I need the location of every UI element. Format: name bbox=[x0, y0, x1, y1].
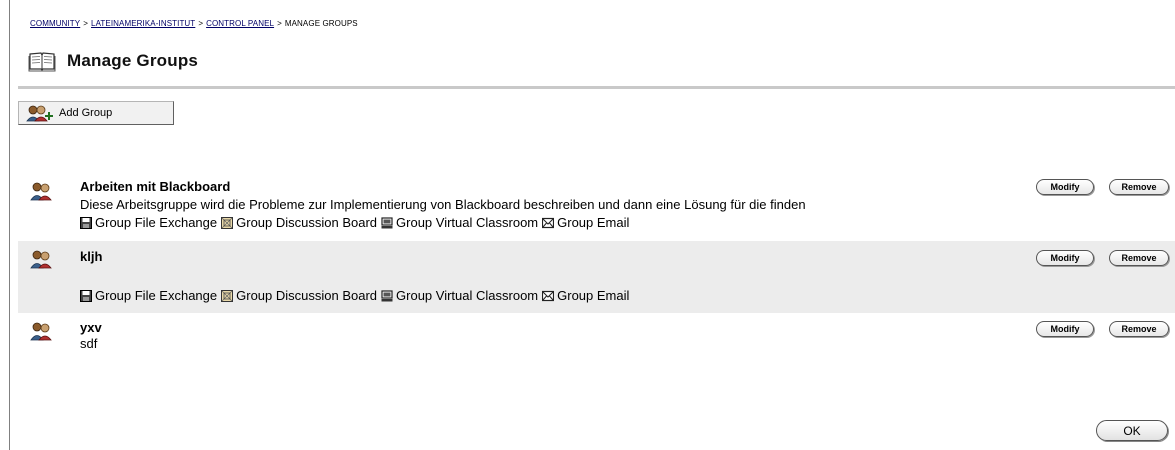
add-group-label: Add Group bbox=[59, 107, 113, 119]
page-title: Manage Groups bbox=[67, 51, 199, 70]
breadcrumb-community[interactable]: COMMUNITY bbox=[30, 19, 80, 28]
group-virtual-classroom-link[interactable]: Group Virtual Classroom bbox=[381, 215, 538, 230]
group-tools: Group File Exchange Group Discussion Boa… bbox=[80, 288, 633, 303]
group-email-link[interactable]: Group Email bbox=[542, 288, 629, 303]
group-row: Arbeiten mit Blackboard Diese Arbeitsgru… bbox=[18, 175, 1175, 241]
group-row: yxv sdf Modify Remove bbox=[18, 313, 1175, 363]
group-virtual-classroom-label: Group Virtual Classroom bbox=[396, 288, 539, 303]
modify-button[interactable]: Modify bbox=[1036, 179, 1094, 195]
group-email-link[interactable]: Group Email bbox=[542, 215, 629, 230]
group-file-exchange-link[interactable]: Group File Exchange bbox=[80, 288, 217, 303]
book-icon bbox=[28, 52, 56, 72]
remove-button[interactable]: Remove bbox=[1109, 321, 1169, 337]
group-discussion-board-label: Group Discussion Board bbox=[236, 288, 378, 303]
remove-button[interactable]: Remove bbox=[1109, 179, 1169, 195]
group-discussion-board-link[interactable]: Group Discussion Board bbox=[221, 288, 377, 303]
group-icon bbox=[30, 322, 52, 341]
group-email-label: Group Email bbox=[557, 288, 630, 303]
group-icon bbox=[30, 182, 52, 201]
group-file-exchange-label: Group File Exchange bbox=[95, 215, 218, 230]
group-name: kljh bbox=[80, 249, 103, 264]
breadcrumb-separator: > bbox=[277, 19, 282, 28]
breadcrumb-separator: > bbox=[83, 19, 89, 28]
group-virtual-classroom-label: Group Virtual Classroom bbox=[396, 215, 539, 230]
monitor-icon bbox=[381, 216, 393, 228]
title-divider bbox=[18, 86, 1175, 89]
breadcrumb-institute[interactable]: LATEINAMERIKA-INSTITUT bbox=[91, 19, 195, 28]
group-discussion-board-link[interactable]: Group Discussion Board bbox=[221, 215, 377, 230]
group-file-exchange-label: Group File Exchange bbox=[95, 288, 218, 303]
group-icon bbox=[30, 250, 52, 269]
breadcrumb-separator: > bbox=[198, 19, 204, 28]
discussion-board-icon bbox=[221, 216, 234, 229]
remove-button[interactable]: Remove bbox=[1109, 250, 1169, 266]
group-row: kljh Group File Exchange Group Discussio… bbox=[18, 241, 1175, 313]
group-email-label: Group Email bbox=[557, 215, 630, 230]
left-border bbox=[9, 0, 10, 450]
group-description: sdf bbox=[80, 336, 98, 351]
floppy-disk-icon bbox=[80, 216, 92, 229]
discussion-board-icon bbox=[221, 289, 234, 302]
add-group-button[interactable]: Add Group bbox=[18, 101, 174, 125]
ok-button[interactable]: OK bbox=[1096, 420, 1168, 441]
group-name: yxv bbox=[80, 320, 102, 335]
add-group-icon bbox=[26, 105, 53, 122]
group-tools: Group File Exchange Group Discussion Boa… bbox=[80, 215, 633, 230]
group-name: Arbeiten mit Blackboard bbox=[80, 179, 231, 194]
modify-button[interactable]: Modify bbox=[1036, 321, 1094, 337]
breadcrumb-control-panel[interactable]: CONTROL PANEL bbox=[206, 19, 274, 28]
envelope-icon bbox=[542, 290, 555, 301]
envelope-icon bbox=[542, 217, 555, 228]
page-header: Manage Groups bbox=[28, 48, 198, 74]
modify-button[interactable]: Modify bbox=[1036, 250, 1094, 266]
group-discussion-board-label: Group Discussion Board bbox=[236, 215, 378, 230]
group-file-exchange-link[interactable]: Group File Exchange bbox=[80, 215, 217, 230]
group-virtual-classroom-link[interactable]: Group Virtual Classroom bbox=[381, 288, 538, 303]
breadcrumb-current: MANAGE GROUPS bbox=[284, 19, 358, 28]
monitor-icon bbox=[381, 289, 393, 301]
group-description: Diese Arbeitsgruppe wird die Probleme zu… bbox=[80, 197, 806, 212]
breadcrumb: COMMUNITY > LATEINAMERIKA-INSTITUT > CONTROL… bbox=[30, 19, 358, 28]
floppy-disk-icon bbox=[80, 289, 92, 302]
